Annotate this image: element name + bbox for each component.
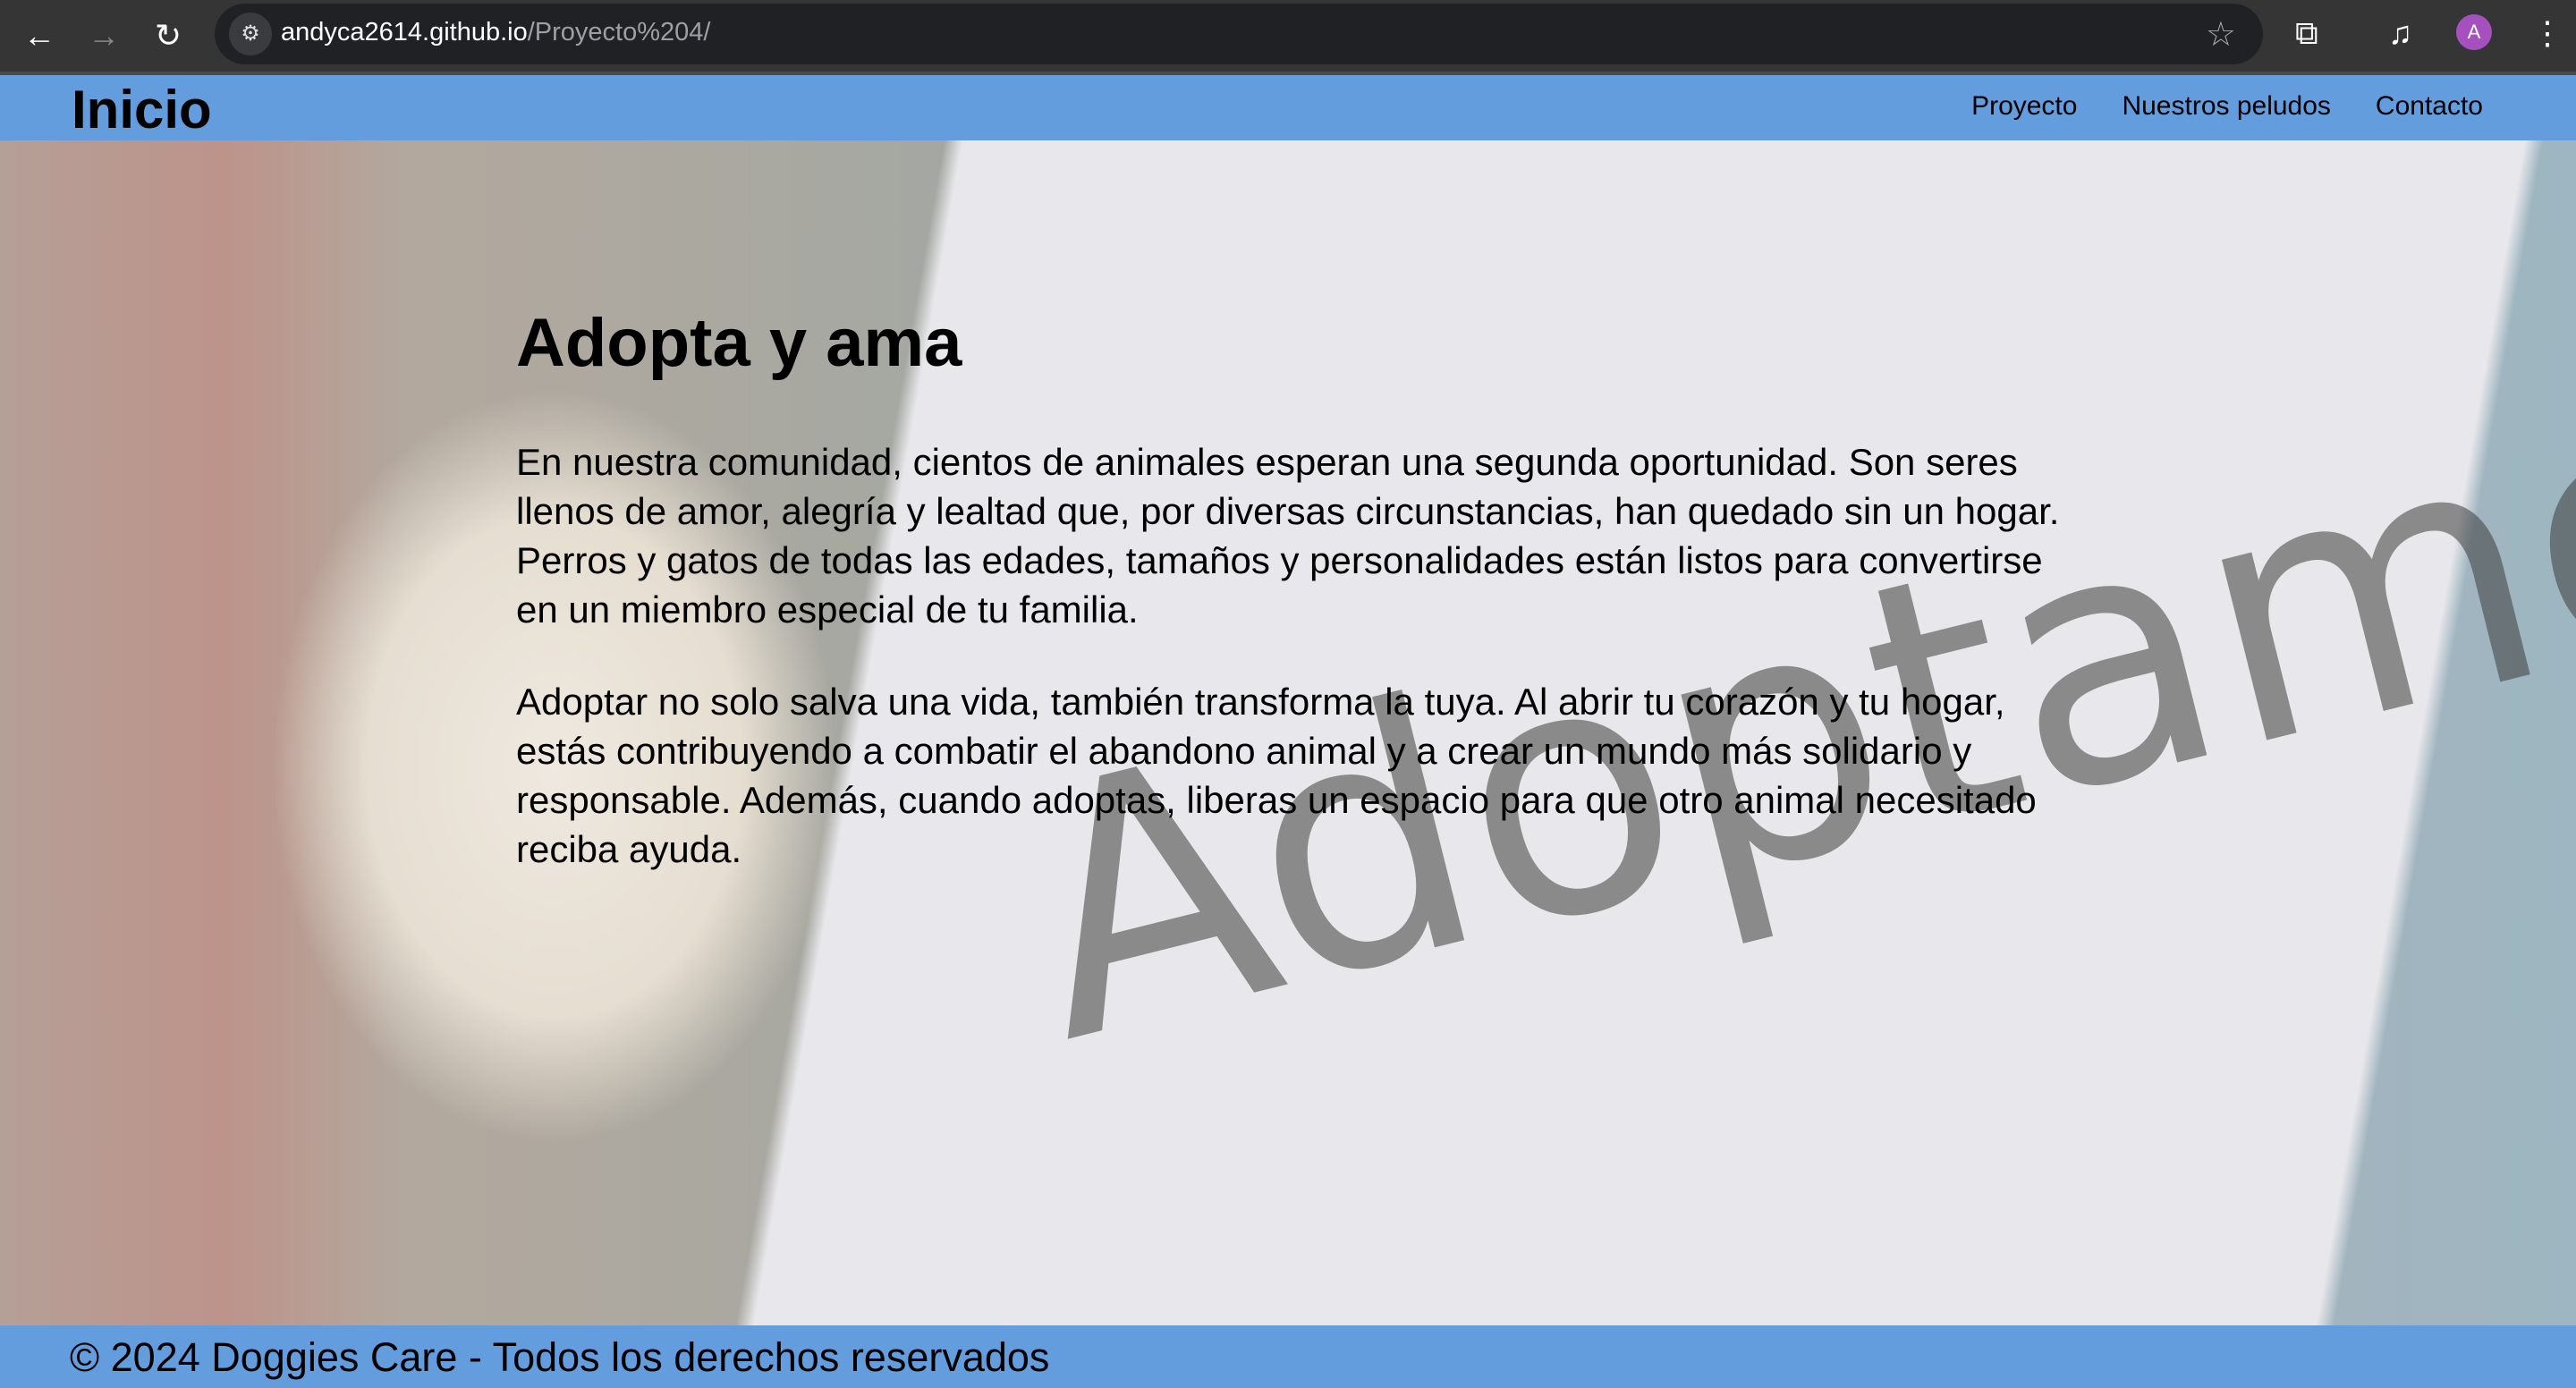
hero-paragraph-2: Adoptar no solo salva una vida, también … xyxy=(516,681,2037,870)
media-control-icon[interactable]: ♫ xyxy=(2388,14,2412,52)
reload-icon[interactable]: ↻ xyxy=(148,16,188,55)
menu-kebab-icon[interactable]: ⋮ xyxy=(2531,14,2563,52)
url-text[interactable]: andyca2614.github.io/Proyecto%204/ xyxy=(281,18,710,47)
browser-toolbar: ← → ↻ ⚙ andyca2614.github.io/Proyecto%20… xyxy=(0,0,2576,75)
address-bar[interactable]: ⚙ andyca2614.github.io/Proyecto%204/ ☆ xyxy=(215,4,2263,64)
site-settings-icon[interactable]: ⚙ xyxy=(229,13,272,55)
hero-paragraph-1: En nuestra comunidad, cientos de animale… xyxy=(516,441,2060,631)
nav-nuestros-peludos[interactable]: Nuestros peludos xyxy=(2122,91,2330,122)
url-path: /Proyecto%204/ xyxy=(527,18,711,47)
logo-inicio[interactable]: Inicio xyxy=(72,79,212,140)
footer-copyright: © 2024 Doggies Care - Todos los derechos… xyxy=(70,1334,1050,1380)
main-nav: Proyecto Nuestros peludos Contacto xyxy=(1971,91,2483,122)
site-header: Inicio Proyecto Nuestros peludos Contact… xyxy=(0,75,2576,140)
extensions-icon[interactable]: ⧉ xyxy=(2295,14,2318,53)
back-icon[interactable]: ← xyxy=(20,16,59,55)
site-footer: © 2024 Doggies Care - Todos los derechos… xyxy=(0,1325,2576,1388)
profile-avatar[interactable]: A xyxy=(2456,14,2492,50)
url-domain: andyca2614.github.io xyxy=(281,18,528,47)
bookmark-star-icon[interactable]: ☆ xyxy=(2206,14,2236,55)
hero-title: Adopta y ama xyxy=(516,305,962,381)
forward-icon[interactable]: → xyxy=(84,16,123,55)
nav-contacto[interactable]: Contacto xyxy=(2376,91,2483,122)
hero-content: Adopta y ama En nuestra comunidad, cient… xyxy=(516,304,2072,917)
nav-proyecto[interactable]: Proyecto xyxy=(1971,91,2077,122)
